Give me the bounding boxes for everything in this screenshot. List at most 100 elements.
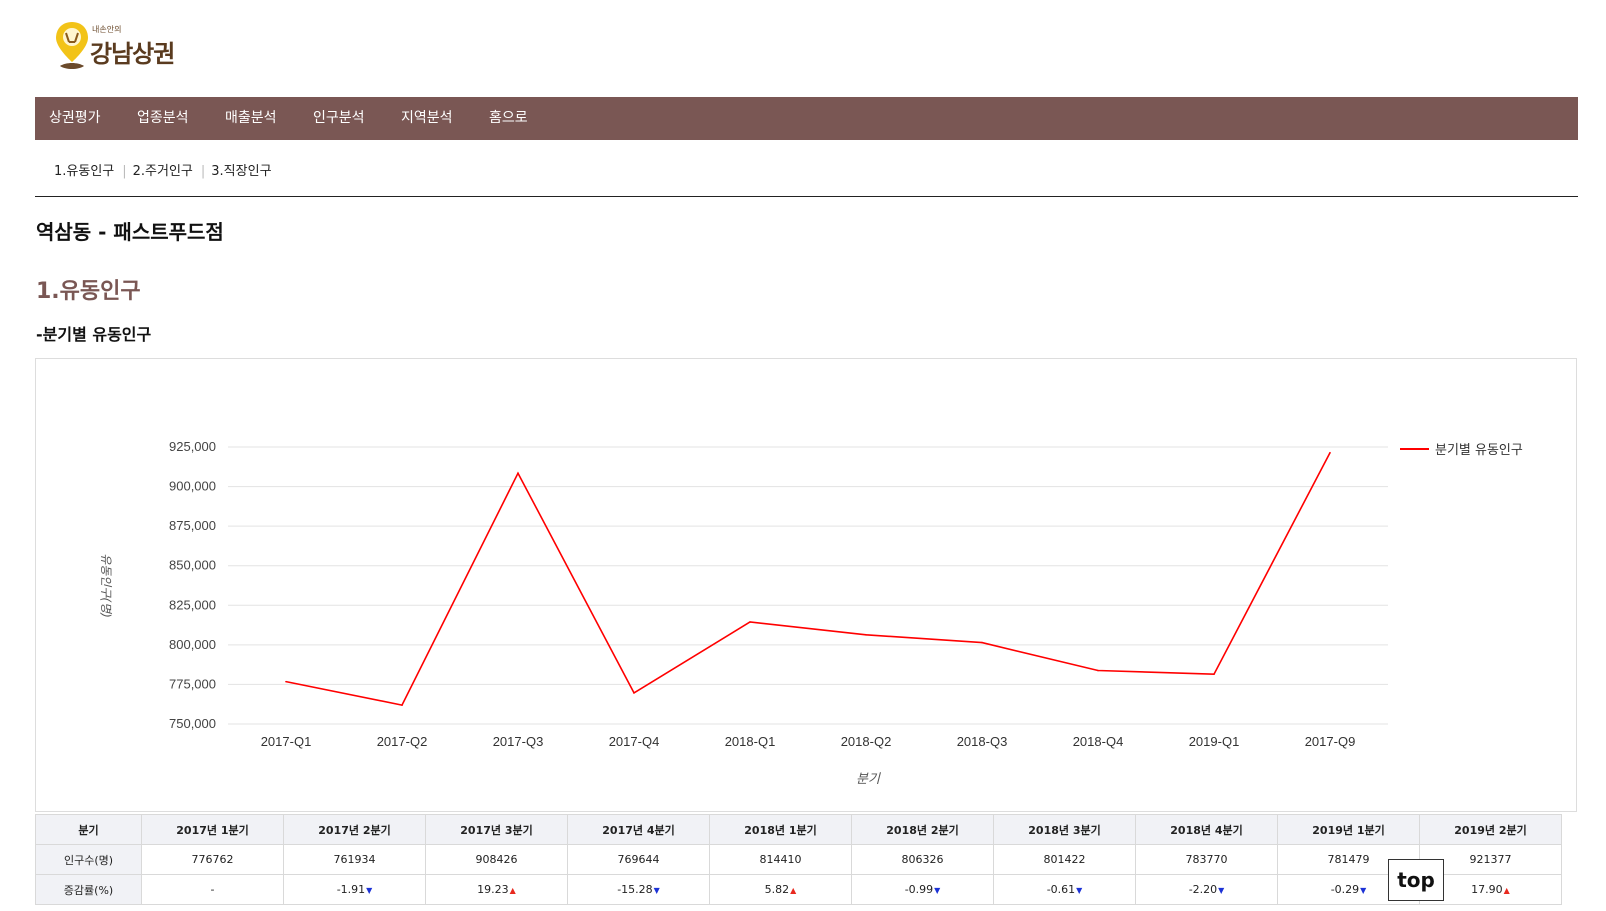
nav-item-region-analysis[interactable]: 지역분석 [401,97,453,140]
cell-value: -0.29 [1330,883,1360,896]
y-axis-title: 유동인구(명) [99,553,113,618]
cell-value: 801422 [1043,853,1086,866]
data-point [1213,673,1215,675]
line-chart-container: 750,000 775,000 800,000 825,000 850,000 875,0… [35,358,1577,812]
y-tick-label: 850,000 [169,558,216,573]
y-tick-label: 900,000 [169,479,216,494]
table-cell: -2.20▼ [1135,874,1278,905]
row-label: 인구수(명) [35,844,142,875]
cell-value: - [210,883,215,896]
table-header-cell: 2019년 1분기 [1277,814,1420,845]
table-row: 증감률(%) - -1.91▼ 19.23▲ -15.28▼ 5.82▲ -0.99▼ -0.… [35,874,1562,905]
table-cell: 776762 [141,844,284,875]
decrease-arrow-icon: ▼ [1218,886,1225,895]
nav-item-industry-analysis[interactable]: 업종분석 [137,97,189,140]
cell-value: 781479 [1327,853,1370,866]
x-tick-label: 2017-Q1 [261,734,312,749]
table-header-cell: 2017년 1분기 [141,814,284,845]
site-logo[interactable]: 내손안의 강남상권 [54,18,214,74]
row-label: 증감률(%) [35,874,142,905]
cell-value: 19.23 [477,883,509,896]
cell-value: 908426 [475,853,518,866]
cell-value: -0.61 [1046,883,1076,896]
y-tick-label: 875,000 [169,518,216,533]
table-cell: 801422 [993,844,1136,875]
table-cell: 769644 [567,844,710,875]
subnav-floating-population[interactable]: 1.유동인구 [54,164,114,179]
table-header-cell: 2018년 3분기 [993,814,1136,845]
decrease-arrow-icon: ▼ [934,886,941,895]
line-chart: 750,000 775,000 800,000 825,000 850,000 875,0… [99,439,1523,787]
divider [35,196,1578,197]
table-cell: 5.82▲ [709,874,852,905]
logo-name: 강남상권 [90,40,175,68]
table-header-row: 분기 2017년 1분기 2017년 2분기 2017년 3분기 2017년 4분기 20… [35,814,1562,845]
data-point [401,704,403,706]
data-point [865,634,867,636]
table-header-cell: 2017년 4분기 [567,814,710,845]
y-tick-label: 800,000 [169,637,216,652]
y-tick-label: 775,000 [169,676,216,691]
legend-label: 분기별 유동인구 [1435,443,1523,458]
y-tick-label: 925,000 [169,439,216,454]
table-cell: - [141,874,284,905]
y-tick-label: 750,000 [169,716,216,731]
nav-item-population-analysis[interactable]: 인구분석 [313,97,365,140]
table-header-cell: 2018년 1분기 [709,814,852,845]
decrease-arrow-icon: ▼ [653,886,660,895]
data-point [517,472,519,475]
x-tick-label: 2017-Q9 [1305,734,1356,749]
table-row: 인구수(명) 776762 761934 908426 769644 814410 8063… [35,844,1562,875]
table-cell: 908426 [425,844,568,875]
data-table: 분기 2017년 1분기 2017년 2분기 2017년 3분기 2017년 4분기 20… [35,814,1562,905]
cell-value: 17.90 [1471,883,1503,896]
sub-nav: 1.유동인구 | 2.주거인구 | 3.직장인구 [54,160,272,179]
increase-arrow-icon: ▲ [1503,886,1510,895]
data-point [1329,451,1331,454]
increase-arrow-icon: ▲ [790,886,797,895]
y-tick-label: 825,000 [169,597,216,612]
decrease-arrow-icon: ▼ [1076,886,1083,895]
table-cell: -0.61▼ [993,874,1136,905]
cell-value: 921377 [1469,853,1512,866]
table-cell: -1.91▼ [283,874,426,905]
main-nav: 상권평가 업종분석 매출분석 인구분석 지역분석 홈으로 [35,97,1578,140]
decrease-arrow-icon: ▼ [366,886,373,895]
x-tick-label: 2018-Q2 [841,734,892,749]
cell-value: 5.82 [764,883,790,896]
nav-item-sales-analysis[interactable]: 매출분석 [225,97,277,140]
table-cell: 783770 [1135,844,1278,875]
table-header-cell: 2019년 2분기 [1419,814,1562,845]
pin-logo-icon [56,22,88,69]
table-cell: -15.28▼ [567,874,710,905]
cell-value: -1.91 [336,883,366,896]
cell-value: 776762 [191,853,234,866]
nav-item-market-evaluation[interactable]: 상권평가 [49,97,101,140]
table-cell: 806326 [851,844,994,875]
table-cell: 761934 [283,844,426,875]
data-point [285,680,287,683]
data-point [749,621,751,623]
section-title: 1.유동인구 [36,279,141,304]
subnav-resident-population[interactable]: 2.주거인구 [133,164,193,179]
table-header-cell: 2018년 4분기 [1135,814,1278,845]
scroll-top-button[interactable]: top [1388,859,1444,901]
increase-arrow-icon: ▲ [509,886,516,895]
nav-item-home[interactable]: 홈으로 [489,97,528,140]
cell-value: -0.99 [904,883,934,896]
table-cell: 814410 [709,844,852,875]
table-header-label: 분기 [35,814,142,845]
x-tick-label: 2018-Q1 [725,734,776,749]
data-point [633,692,635,694]
x-axis-title: 분기 [856,772,881,787]
subnav-worker-population[interactable]: 3.직장인구 [211,164,271,179]
cell-value: -15.28 [617,883,653,896]
subnav-divider: | [122,164,127,179]
cell-value: 783770 [1185,853,1228,866]
x-tick-label: 2017-Q4 [609,734,660,749]
table-cell: -0.99▼ [851,874,994,905]
cell-value: 769644 [617,853,660,866]
x-tick-label: 2017-Q3 [493,734,544,749]
subnav-divider: | [200,164,206,179]
page-title: 역삼동 - 패스트푸드점 [36,220,224,244]
